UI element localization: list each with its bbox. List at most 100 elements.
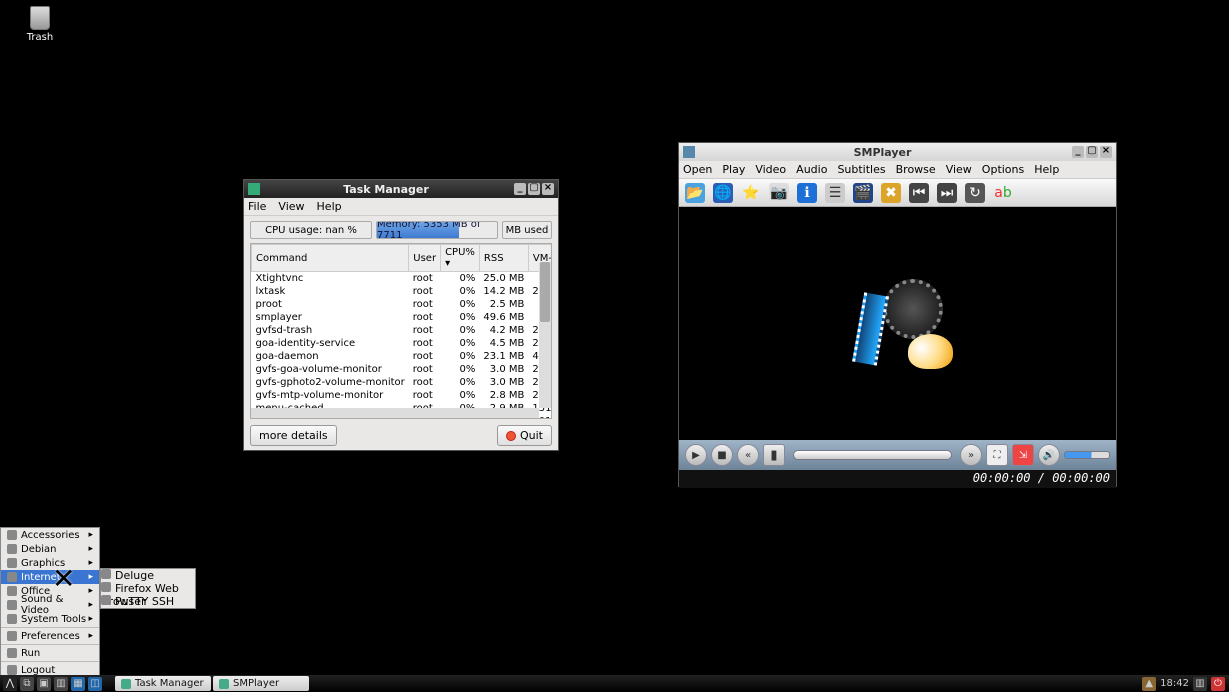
process-row[interactable]: gvfs-mtp-volume-monitor root 0% 2.8 MB 2… [252,389,553,402]
menu-item-graphics[interactable]: Graphics [1,556,99,570]
col-user[interactable]: User [409,245,441,272]
menu-item-prefs[interactable]: Preferences [1,629,99,643]
menu-file[interactable]: File [248,200,266,213]
cell-rss: 49.6 MB [479,311,528,324]
favorites-icon[interactable]: ⭐ [741,183,761,203]
seek-bar[interactable] [793,450,952,460]
mb-used-box: MB used [502,221,552,239]
process-hscrollbar[interactable] [251,408,539,418]
frame-back-button[interactable]: ▮ [763,444,785,466]
menu-view[interactable]: View [946,163,972,176]
menu-item-accessories[interactable]: Accessories [1,528,99,542]
process-row[interactable]: gvfsd-trash root 0% 4.2 MB 299.1 MB 1473… [252,324,553,337]
repeat-icon[interactable]: ↻ [965,183,985,203]
cell-user: root [409,285,441,298]
show-desktop-icon[interactable]: ⧉ [20,677,34,691]
col-cpu[interactable]: CPU% ▾ [441,245,480,272]
menu-browse[interactable]: Browse [896,163,936,176]
cell-rss: 3.0 MB [479,376,528,389]
menu-open[interactable]: Open [683,163,712,176]
scrollbar-thumb[interactable] [540,262,550,322]
task-label: Task Manager [135,678,204,689]
menu-item-internet[interactable]: Internet [1,570,99,584]
workspace-icon[interactable]: ◫ [88,677,102,691]
submenu-item-firefox-web-browser[interactable]: Firefox Web Browser [101,582,195,595]
menu-separator [1,644,99,645]
quit-button[interactable]: Quit [497,425,552,446]
menu-view[interactable]: View [278,200,304,213]
cell-cpu: 0% [441,376,480,389]
volume-slider[interactable] [1064,451,1110,459]
taskmgr-titlebar[interactable]: Task Manager _ ▢ × [244,180,558,198]
submenu-item-putty-ssh-client[interactable]: PuTTY SSH Client [101,595,195,608]
taskbar-task-task-manager[interactable]: Task Manager [115,676,211,691]
open-url-icon[interactable]: 🌐 [713,183,733,203]
minimize-button[interactable]: _ [514,183,526,195]
cell-command: goa-daemon [252,350,409,363]
play-button[interactable]: ▶ [685,444,707,466]
menu-video[interactable]: Video [755,163,786,176]
info-icon[interactable]: ℹ [797,183,817,203]
forward-button[interactable]: » [960,444,982,466]
menu-help[interactable]: Help [317,200,342,213]
process-row[interactable]: lxtask root 0% 14.2 MB 243.6 MB 14971 [252,285,553,298]
menu-options[interactable]: Options [982,163,1024,176]
rewind-button[interactable]: « [737,444,759,466]
smplayer-titlebar[interactable]: SMPlayer _ ▢ × [679,143,1116,161]
video-area[interactable] [679,207,1116,440]
tube-icon[interactable]: 🎬 [853,183,873,203]
playlist-icon[interactable]: ☰ [825,183,845,203]
minimize-button[interactable]: _ [1072,146,1084,158]
menu-help[interactable]: Help [1034,163,1059,176]
process-row[interactable]: proot root 0% 2.5 MB 10.5 MB 13794 [252,298,553,311]
preferences-icon[interactable]: ✖ [881,183,901,203]
task-label: SMPlayer [233,678,279,689]
compact-button[interactable]: ⇲ [1012,444,1034,466]
col-rss[interactable]: RSS [479,245,528,272]
next-icon[interactable]: ⏭ [937,183,957,203]
close-button[interactable]: × [1100,146,1112,158]
menu-item-sound-video[interactable]: Sound & Video [1,598,99,612]
more-details-button[interactable]: more details [250,425,337,446]
tray-icon-1[interactable]: ▲ [1142,677,1156,691]
stop-button[interactable]: ■ [711,444,733,466]
tray-monitor-icon[interactable]: ▥ [1193,677,1207,691]
process-scrollbar[interactable] [539,262,551,408]
process-row[interactable]: goa-identity-service root 0% 4.5 MB 228.… [252,337,553,350]
subtitle-search-icon[interactable]: ab [993,183,1013,203]
process-row[interactable]: goa-daemon root 0% 23.1 MB 491.9 MB 1472… [252,350,553,363]
file-manager-icon[interactable]: ▣ [37,677,51,691]
clock[interactable]: 18:42 [1160,678,1189,689]
process-row[interactable]: Xtightvnc root 0% 25.0 MB 42.4 MB 14162 [252,272,553,286]
browser-launcher-icon[interactable]: ▥ [54,677,68,691]
cell-cpu: 0% [441,337,480,350]
film-icon [852,292,889,365]
close-button[interactable]: × [542,183,554,195]
menu-item-system-tools[interactable]: System Tools [1,612,99,626]
cell-user: root [409,272,441,286]
process-row[interactable]: gvfs-goa-volume-monitor root 0% 3.0 MB 2… [252,363,553,376]
terminal-launcher-icon[interactable]: ▦ [71,677,85,691]
menu-subtitles[interactable]: Subtitles [837,163,885,176]
maximize-button[interactable]: ▢ [528,183,540,195]
desktop-trash[interactable]: Trash [20,6,60,43]
process-row[interactable]: smplayer root 0% 49.6 MB 1.1 GB 14979 [252,311,553,324]
open-file-icon[interactable]: 📂 [685,183,705,203]
menu-item-debian[interactable]: Debian [1,542,99,556]
start-menu-button[interactable]: ⋀ [3,677,17,691]
fullscreen-button[interactable]: ⛶ [986,444,1008,466]
prev-icon[interactable]: ⏮ [909,183,929,203]
mute-button[interactable]: 🔊 [1038,444,1060,466]
menu-play[interactable]: Play [722,163,745,176]
col-command[interactable]: Command [252,245,409,272]
process-row[interactable]: gvfs-gphoto2-volume-monitor root 0% 3.0 … [252,376,553,389]
submenu-item-deluge[interactable]: Deluge [101,569,195,582]
taskmgr-menubar: File View Help [244,198,558,216]
maximize-button[interactable]: ▢ [1086,146,1098,158]
screenshot-icon[interactable]: 📷 [769,183,789,203]
taskbar-task-smplayer[interactable]: SMPlayer [213,676,309,691]
cell-cpu: 0% [441,389,480,402]
logout-tray-icon[interactable]: ⏻ [1211,677,1225,691]
menu-audio[interactable]: Audio [796,163,827,176]
menu-item-run[interactable]: Run [1,646,99,660]
